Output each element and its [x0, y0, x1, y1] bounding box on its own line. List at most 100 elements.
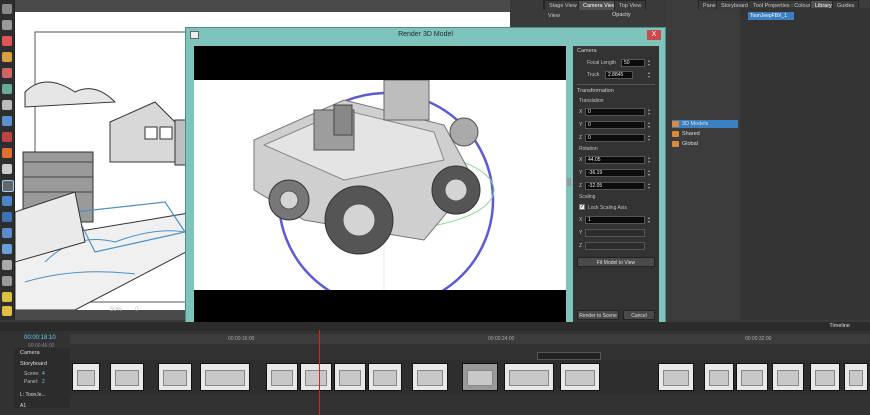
layer-icon[interactable]: [2, 244, 12, 254]
3d-viewport[interactable]: [194, 46, 566, 322]
axis-x-label: X: [579, 109, 583, 115]
scaling-x-spinner[interactable]: ▴ ▾: [647, 216, 651, 224]
panel-thumbnail[interactable]: [266, 363, 298, 391]
panel-thumbnail[interactable]: [72, 363, 100, 391]
playback-range[interactable]: [537, 352, 601, 360]
playhead[interactable]: [319, 330, 320, 415]
rotation-z-spinner[interactable]: ▴ ▾: [647, 182, 651, 190]
panel-thumbnail[interactable]: [200, 363, 250, 391]
timecode[interactable]: 00:00:18:10: [24, 335, 56, 341]
text-icon[interactable]: [2, 100, 12, 110]
fit-model-button[interactable]: Fit Model to View: [577, 257, 655, 267]
folder-icon: [672, 141, 679, 147]
jeep-model[interactable]: [194, 80, 566, 290]
brush-icon[interactable]: [2, 36, 12, 46]
truck-label: Truck: [587, 72, 600, 78]
scaling-z-input: [585, 242, 645, 250]
rotation-y-input[interactable]: -36.19: [585, 169, 645, 177]
rotation-x-input[interactable]: 44.05: [585, 156, 645, 164]
render-to-scene-button[interactable]: Render to Scene: [577, 310, 619, 320]
paint-icon[interactable]: [2, 84, 12, 94]
crop-icon[interactable]: [2, 196, 12, 206]
scene-value[interactable]: 4: [42, 371, 45, 377]
translation-y-input[interactable]: 0: [585, 121, 645, 129]
panel-thumbnail[interactable]: [334, 363, 366, 391]
bulb-icon[interactable]: [2, 306, 12, 316]
timeline-title: Timeline: [829, 323, 850, 329]
rotation-y-spinner[interactable]: ▴ ▾: [647, 169, 651, 177]
divider: [577, 84, 655, 85]
tree-item-3d-models[interactable]: 3D Models: [672, 120, 738, 128]
panel-thumbnail[interactable]: [504, 363, 554, 391]
truck-input[interactable]: 2.8845: [605, 71, 633, 79]
eraser-icon[interactable]: [2, 68, 12, 78]
pencil-icon[interactable]: [2, 52, 12, 62]
light-icon[interactable]: [2, 292, 12, 302]
close-button[interactable]: X: [647, 30, 661, 40]
panel-thumbnail[interactable]: [658, 363, 694, 391]
panel-thumbnail[interactable]: [560, 363, 600, 391]
rotation-z-input[interactable]: -32.05: [585, 182, 645, 190]
tree-item-shared[interactable]: Shared: [672, 130, 700, 138]
focal-length-label: Focal Length: [587, 60, 616, 66]
fill-icon[interactable]: [2, 132, 12, 142]
timeline-ruler[interactable]: 00:00:16:00 00:00:24:00 00:00:32:00: [70, 334, 870, 344]
viewport-render-area[interactable]: [194, 80, 566, 290]
panel-thumbnail[interactable]: [772, 363, 804, 391]
hand-icon[interactable]: [2, 164, 12, 174]
tab-stage-view[interactable]: Stage View: [544, 0, 582, 10]
model-properties-panel: Camera Focal Length 50 ▴ ▾ Truck 2.8845 ▴…: [573, 46, 659, 322]
folder-icon: [672, 121, 679, 127]
translation-x-spinner[interactable]: ▴ ▾: [647, 108, 651, 116]
dialog-title: Render 3D Model: [398, 31, 453, 38]
lock-scaling-checkbox[interactable]: ✓: [579, 204, 585, 210]
contour-icon[interactable]: [2, 20, 12, 30]
focal-length-spinner[interactable]: ▴ ▾: [647, 59, 651, 67]
panel-thumbnail[interactable]: [412, 363, 448, 391]
camera-icon[interactable]: [2, 212, 12, 222]
translation-y-spinner[interactable]: ▴ ▾: [647, 121, 651, 129]
tab-top-view[interactable]: Top View: [614, 0, 647, 10]
opacity-label: Opacity: [612, 12, 631, 18]
layer-track-label: L: ToonJe...: [20, 392, 46, 398]
panel-thumbnail[interactable]: [810, 363, 840, 391]
viewport-splitter[interactable]: [567, 178, 571, 186]
library-list: ToonJeepFBX_1: [740, 8, 870, 320]
tree-item-global[interactable]: Global: [672, 140, 698, 148]
ruler-label: 00:00:32:00: [745, 336, 772, 342]
lock-icon[interactable]: [2, 260, 12, 270]
panel-thumbnail[interactable]: [736, 363, 768, 391]
translation-z-input[interactable]: 0: [585, 134, 645, 142]
transformation-section-title: Transformation: [577, 88, 614, 94]
truck-spinner[interactable]: ▴ ▾: [647, 71, 651, 79]
panel-thumbnail[interactable]: [844, 363, 868, 391]
trash-icon[interactable]: [2, 276, 12, 286]
shape-icon[interactable]: [2, 116, 12, 126]
panel-value[interactable]: 2: [42, 379, 45, 385]
scaling-y-input: [585, 229, 645, 237]
panel-thumbnail[interactable]: [300, 363, 332, 391]
dropper-icon[interactable]: [2, 148, 12, 158]
track-camera-label: Camera: [20, 350, 40, 356]
transform-icon[interactable]: [2, 180, 14, 192]
panel-thumbnail[interactable]: [462, 363, 498, 391]
translation-x-input[interactable]: 0: [585, 108, 645, 116]
scaling-x-input[interactable]: 1: [585, 216, 645, 224]
panel-thumbnail[interactable]: [368, 363, 402, 391]
library-item-selected[interactable]: ToonJeepFBX_1: [748, 12, 794, 20]
cancel-button[interactable]: Cancel: [623, 310, 655, 320]
panel-thumbnail[interactable]: [704, 363, 734, 391]
axis-y-label: Y: [579, 122, 583, 128]
translation-z-spinner[interactable]: ▴ ▾: [647, 134, 651, 142]
zoom-level[interactable]: 50%: [110, 307, 122, 313]
scene-label: Scene:: [24, 371, 40, 377]
node-icon[interactable]: [2, 228, 12, 238]
focal-length-input[interactable]: 50: [621, 59, 645, 67]
axis-y-label: Y: [579, 230, 583, 236]
tool-toolbar: [0, 0, 15, 320]
rotation-x-spinner[interactable]: ▴ ▾: [647, 156, 651, 164]
panel-thumbnail[interactable]: [158, 363, 192, 391]
select-icon[interactable]: [2, 4, 12, 14]
storyboard-track[interactable]: [70, 360, 870, 395]
panel-thumbnail[interactable]: [110, 363, 144, 391]
